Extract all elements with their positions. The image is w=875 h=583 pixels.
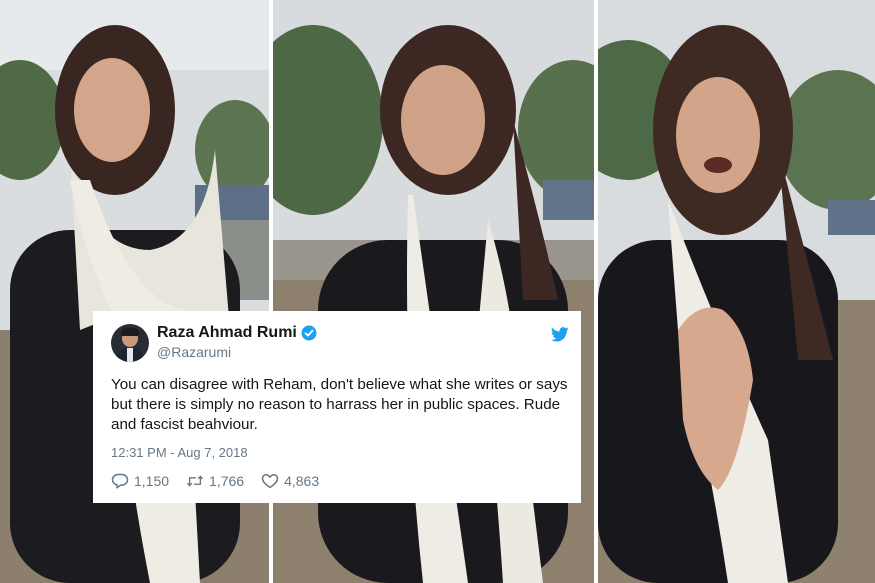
like-count: 4,863 (284, 473, 320, 489)
retweet-icon (186, 475, 204, 487)
twitter-bird-icon[interactable] (551, 327, 569, 342)
reply-count: 1,150 (134, 473, 170, 489)
author-display-name[interactable]: Raza Ahmad Rumi (157, 324, 297, 342)
avatar[interactable] (111, 324, 149, 362)
retweet-button[interactable]: 1,766 (186, 473, 244, 489)
reply-button[interactable]: 1,150 (111, 473, 169, 489)
embedded-tweet-card[interactable]: Raza Ahmad Rumi @Razarumi You can disagr… (93, 311, 581, 503)
author-handle[interactable]: @Razarumi (157, 344, 231, 360)
tweet-text: You can disagree with Reham, don't belie… (111, 376, 568, 433)
like-icon (261, 474, 279, 489)
reply-icon (111, 473, 129, 489)
verified-badge-icon (301, 325, 317, 341)
retweet-count: 1,766 (209, 473, 245, 489)
tweet-actions: 1,150 1,766 4,863 (111, 473, 336, 489)
like-button[interactable]: 4,863 (261, 473, 319, 489)
author-name-row: Raza Ahmad Rumi (157, 324, 317, 342)
video-frame-right (598, 0, 875, 583)
tweet-timestamp[interactable]: 12:31 PM - Aug 7, 2018 (111, 445, 248, 460)
